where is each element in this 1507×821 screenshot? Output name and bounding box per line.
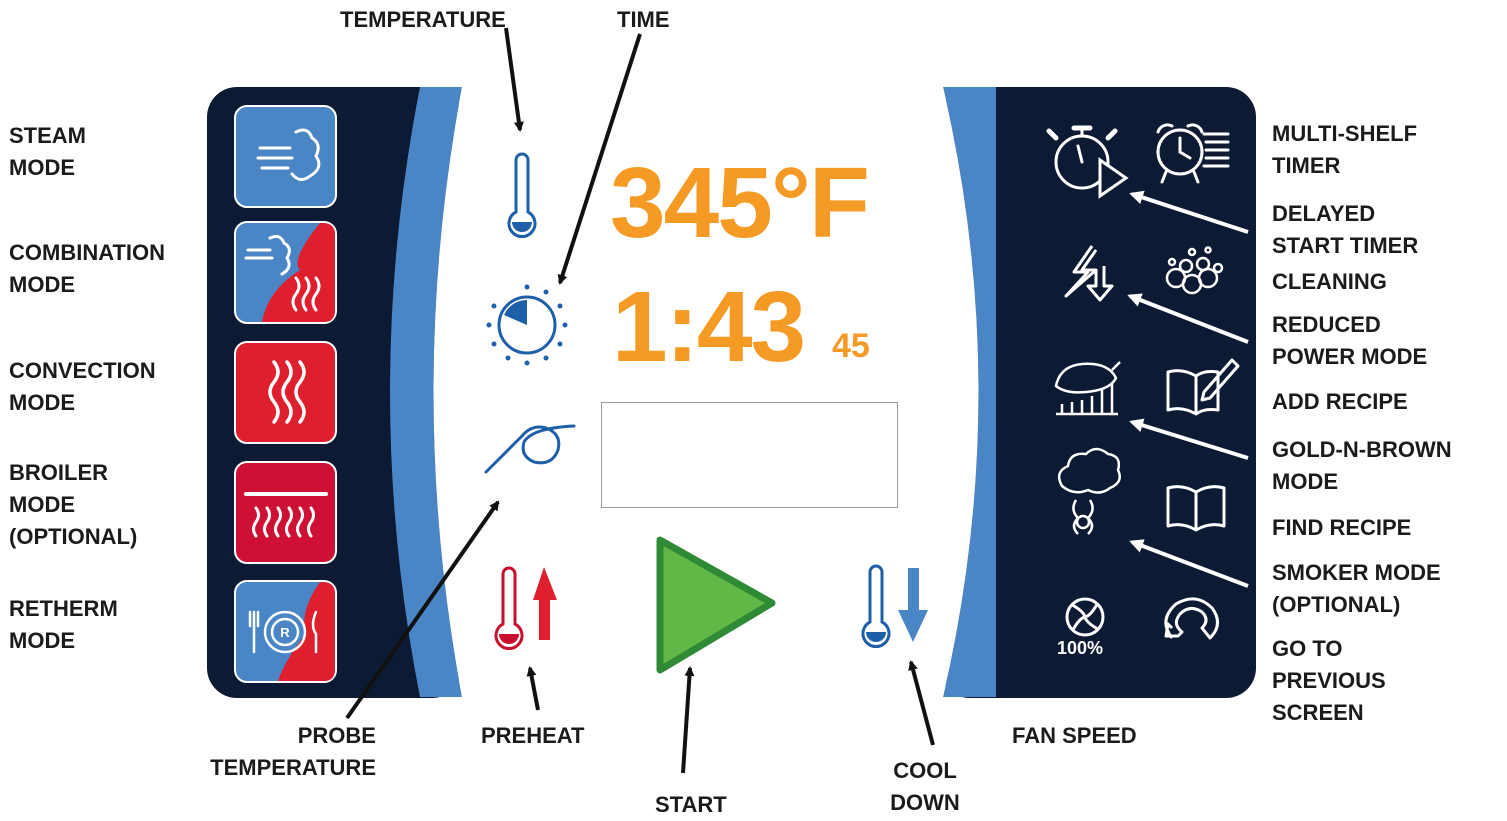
time-seconds-readout: 45: [832, 327, 870, 365]
label-cleaning: CLEANING: [1272, 269, 1387, 294]
time-readout: 1:43: [612, 271, 806, 383]
label-steam-mode: STEAM MODE: [9, 123, 86, 180]
label-start: START: [655, 792, 727, 817]
label-find-recipe: FIND RECIPE: [1272, 515, 1412, 540]
label-preheat: PREHEAT: [481, 723, 585, 748]
label-fan-speed: FAN SPEED: [1012, 723, 1137, 748]
label-time: TIME: [617, 7, 670, 32]
message-box: [601, 402, 898, 508]
label-multi-shelf-timer: MULTI-SHELF TIMER: [1272, 121, 1418, 178]
label-combination-mode: COMBINATION MODE: [9, 240, 166, 297]
label-reduced-power-mode: REDUCED POWER MODE: [1272, 312, 1428, 369]
label-delayed-start-timer: DELAYED START TIMER: [1272, 201, 1419, 258]
steam-mode-button[interactable]: [234, 105, 337, 208]
convection-mode-button[interactable]: [234, 341, 337, 444]
label-broiler-mode: BROILER MODE (OPTIONAL): [9, 460, 138, 549]
retherm-badge: R: [280, 625, 290, 640]
label-smoker-mode: SMOKER MODE (OPTIONAL): [1272, 560, 1441, 617]
combination-mode-button[interactable]: [234, 221, 337, 324]
label-retherm-mode: RETHERM MODE: [9, 596, 118, 653]
temperature-readout: 345°F: [610, 147, 870, 259]
label-go-to-previous-screen: GO TO PREVIOUS SCREEN: [1272, 636, 1386, 725]
retherm-mode-button[interactable]: R: [234, 580, 337, 683]
label-gold-n-brown-mode: GOLD-N-BROWN MODE: [1272, 437, 1452, 494]
broiler-mode-button[interactable]: [234, 461, 337, 564]
label-probe-temperature: PROBE TEMPERATURE: [210, 723, 376, 780]
label-temperature: TEMPERATURE: [340, 7, 506, 32]
label-add-recipe: ADD RECIPE: [1272, 389, 1408, 414]
label-convection-mode: CONVECTION MODE: [9, 358, 156, 415]
label-cool-down: COOL DOWN: [890, 758, 960, 815]
fan-speed-percent: 100%: [1057, 638, 1104, 658]
